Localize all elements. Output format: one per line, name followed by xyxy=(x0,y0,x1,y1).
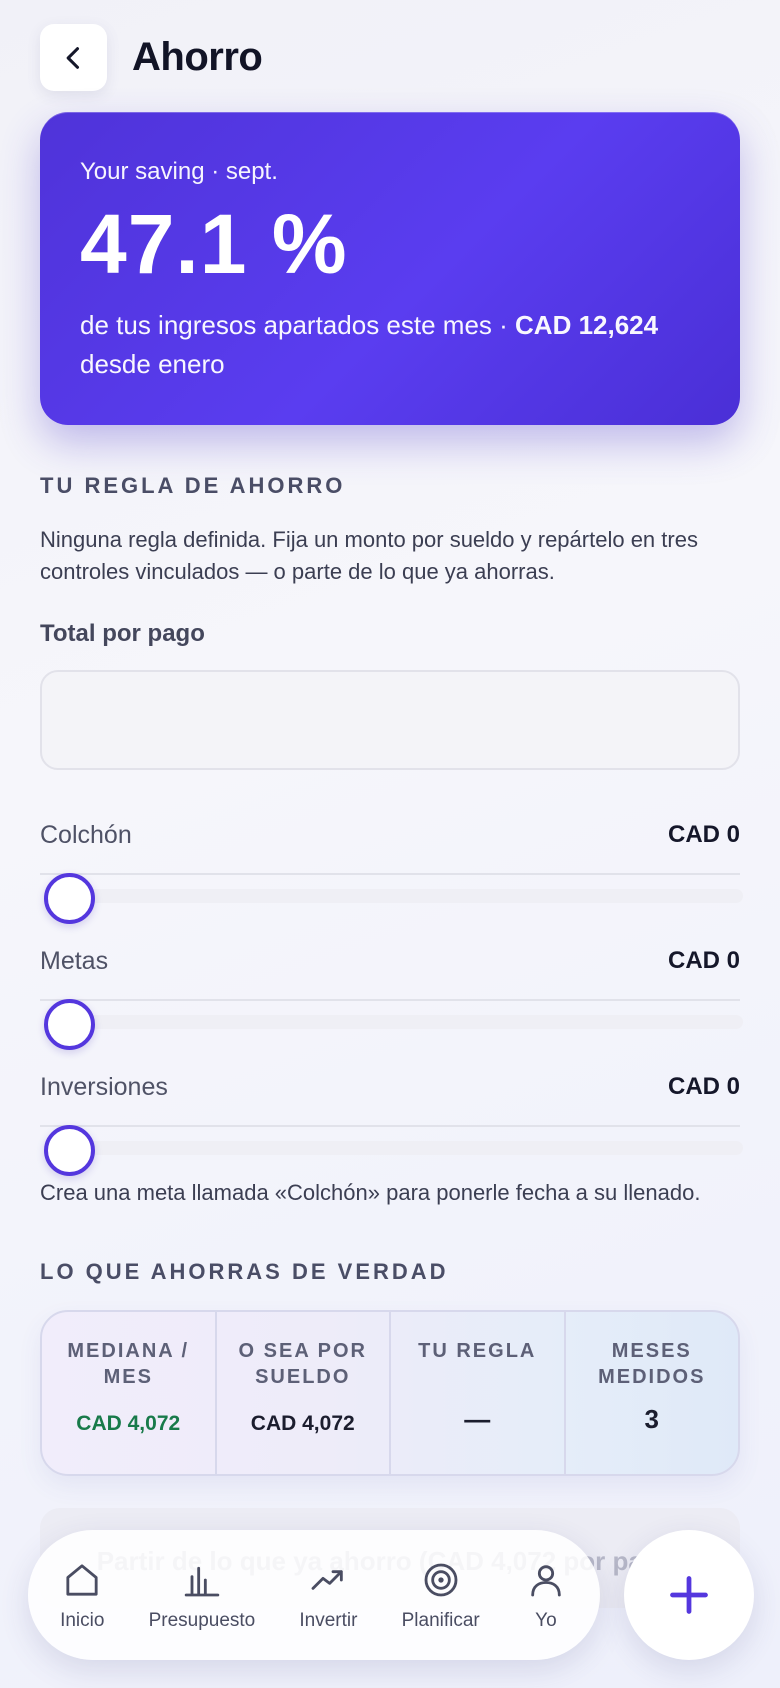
divider xyxy=(40,999,740,1001)
stat-label: MEDIANA / MES xyxy=(67,1340,190,1388)
rule-description: Ninguna regla definida. Fija un monto po… xyxy=(40,527,698,584)
savings-summary-card: Your saving · sept. 47.1 % de tus ingres… xyxy=(40,112,740,425)
stat-label: O SEA POR SUELDO xyxy=(238,1340,367,1388)
slider-label: Colchón xyxy=(40,820,132,849)
slider-track[interactable] xyxy=(68,1141,743,1155)
stat-label: MESES MEDIDOS xyxy=(598,1340,706,1388)
divider xyxy=(40,1125,740,1127)
slider-label: Metas xyxy=(40,946,109,975)
nav-item-invertir[interactable]: Invertir xyxy=(299,1558,357,1632)
user-icon xyxy=(524,1558,568,1602)
savings-period-label: Your saving · sept. xyxy=(80,158,278,185)
stat-your-rule: TU REGLA — xyxy=(391,1312,566,1474)
nav-item-inicio[interactable]: Inicio xyxy=(60,1558,104,1632)
nav-item-presupuesto[interactable]: Presupuesto xyxy=(148,1558,256,1632)
slider-thumb[interactable] xyxy=(44,873,95,924)
nav-label: Inicio xyxy=(60,1610,105,1631)
stat-value: CAD 4,072 xyxy=(250,1412,355,1435)
bottom-nav: Inicio Presupuesto Invertir Planificar Y… xyxy=(28,1530,600,1660)
divider xyxy=(40,873,740,875)
add-button[interactable] xyxy=(624,1530,754,1660)
rule-section-title: TU REGLA DE AHORRO xyxy=(40,473,346,498)
back-button[interactable] xyxy=(40,24,107,91)
savings-desc-prefix: de tus ingresos apartados este mes · xyxy=(80,310,516,340)
slider-metas: Metas CAD 0 xyxy=(40,941,743,1050)
slider-thumb[interactable] xyxy=(44,999,95,1050)
slider-label: Inversiones xyxy=(40,1072,168,1101)
page-title: Ahorro xyxy=(132,35,263,79)
stat-median-month: MEDIANA / MES CAD 4,072 xyxy=(42,1312,217,1474)
slider-track[interactable] xyxy=(68,889,743,903)
header: Ahorro xyxy=(40,24,263,91)
target-icon xyxy=(419,1558,463,1602)
trend-up-icon xyxy=(306,1558,350,1602)
plus-icon xyxy=(670,1576,708,1614)
stat-per-paycheck: O SEA POR SUELDO CAD 4,072 xyxy=(217,1312,391,1474)
stat-value: 3 xyxy=(644,1404,659,1434)
actual-section-title: LO QUE AHORRAS DE VERDAD xyxy=(40,1259,449,1284)
savings-rate: 47.1 % xyxy=(80,197,348,291)
savings-description: de tus ingresos apartados este mes · CAD… xyxy=(80,306,700,384)
actual-savings-stats: MEDIANA / MES CAD 4,072 O SEA POR SUELDO… xyxy=(40,1310,740,1476)
nav-label: Yo xyxy=(535,1610,557,1631)
slider-track[interactable] xyxy=(68,1015,743,1029)
stat-value: — xyxy=(464,1404,491,1434)
nav-label: Invertir xyxy=(299,1610,358,1631)
slider-amount: CAD 0 xyxy=(667,947,740,974)
slider-amount: CAD 0 xyxy=(667,821,740,848)
nav-item-planificar[interactable]: Planificar xyxy=(402,1558,480,1632)
slider-thumb[interactable] xyxy=(44,1125,95,1176)
chevron-left-icon xyxy=(66,46,79,69)
home-icon xyxy=(60,1558,104,1602)
stat-value: CAD 4,072 xyxy=(76,1412,181,1435)
nav-label: Presupuesto xyxy=(148,1610,256,1631)
slider-colchon: Colchón CAD 0 xyxy=(40,815,743,924)
nav-item-yo[interactable]: Yo xyxy=(524,1558,568,1632)
stat-months-measured: MESES MEDIDOS 3 xyxy=(566,1312,739,1474)
bar-chart-icon xyxy=(180,1558,224,1602)
savings-ytd-amount: CAD 12,624 xyxy=(515,310,659,340)
nav-label: Planificar xyxy=(401,1610,480,1631)
savings-desc-suffix: desde enero xyxy=(80,349,225,379)
slider-inversiones: Inversiones CAD 0 xyxy=(40,1067,743,1176)
slider-amount: CAD 0 xyxy=(667,1073,740,1100)
stat-label: TU REGLA xyxy=(418,1340,537,1362)
colchon-goal-note: Crea una meta llamada «Colchón» para pon… xyxy=(40,1180,701,1205)
total-per-pay-input[interactable] xyxy=(40,670,740,770)
total-per-pay-label: Total por pago xyxy=(40,620,205,647)
